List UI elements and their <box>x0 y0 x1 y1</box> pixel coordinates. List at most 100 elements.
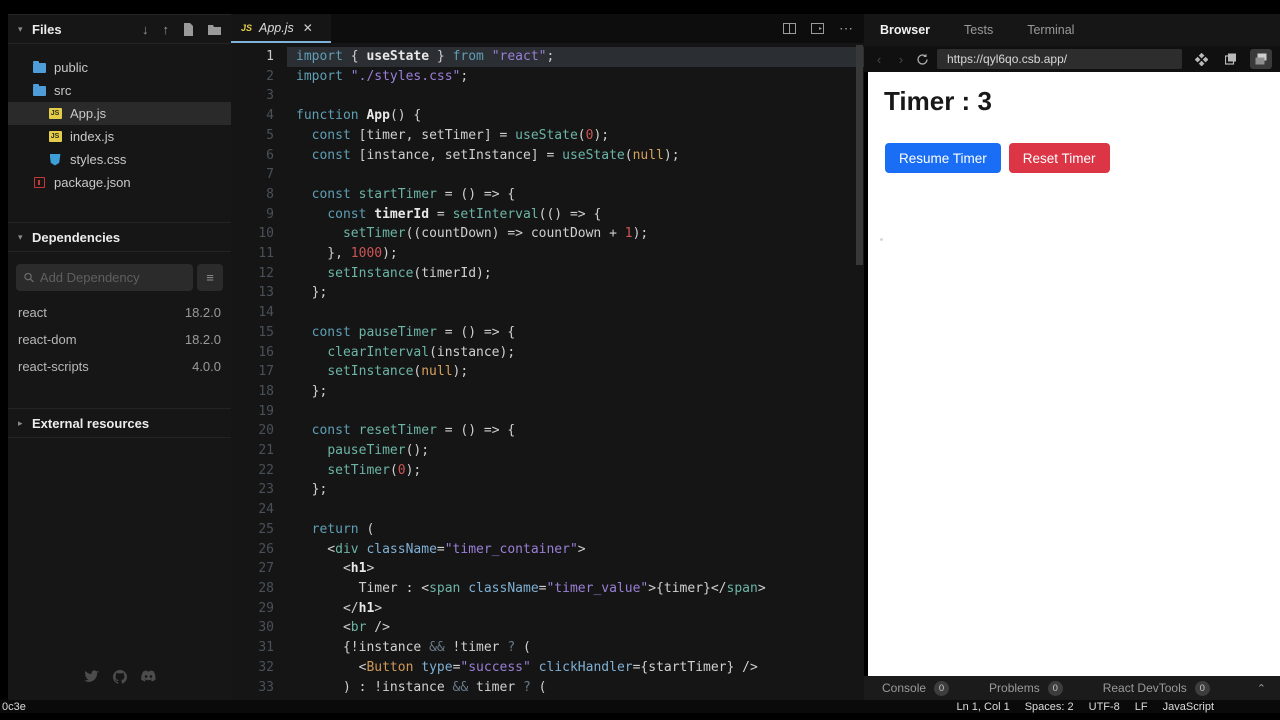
dependencies-header[interactable]: ▾ Dependencies <box>8 222 231 252</box>
code-line[interactable]: 20 const resetTimer = () => { <box>231 421 864 441</box>
console-bar-react-devtools[interactable]: React DevTools 0 <box>1103 680 1210 696</box>
expand-console-icon[interactable]: ⌃ <box>1257 682 1266 695</box>
code-line[interactable]: 5 const [timer, setTimer] = useState(0); <box>231 126 864 146</box>
dependency-react-scripts[interactable]: react-scripts 4.0.0 <box>8 353 231 380</box>
editor-scrollbar[interactable] <box>856 45 863 265</box>
file-item-package-json[interactable]: package.json <box>8 171 231 194</box>
reset-timer-button[interactable]: Reset Timer <box>1008 143 1110 173</box>
code-line[interactable]: 33 ) : !instance && timer ? ( <box>231 678 864 698</box>
file-item-src[interactable]: src <box>8 79 231 102</box>
app-preview: Timer : 3 Resume Timer Reset Timer <box>864 72 1280 676</box>
file-name: public <box>54 60 88 75</box>
timer-heading: Timer : 3 <box>884 86 992 116</box>
code-line[interactable]: 3 <box>231 86 864 106</box>
discord-icon[interactable] <box>140 670 156 684</box>
download-sandbox-icon[interactable]: ↓ <box>142 22 149 37</box>
back-icon[interactable]: ‹ <box>872 52 886 67</box>
files-collapse-caret-icon[interactable]: ▾ <box>18 24 32 35</box>
code-line[interactable]: 31 {!instance && !timer ? ( <box>231 638 864 658</box>
open-preview-icon[interactable] <box>811 23 824 34</box>
code-line[interactable]: 19 <box>231 402 864 422</box>
count-badge: 0 <box>1047 680 1063 696</box>
code-line[interactable]: 13 }; <box>231 283 864 303</box>
status-spaces-2[interactable]: Spaces: 2 <box>1025 701 1074 713</box>
code-line[interactable]: 17 setInstance(null); <box>231 362 864 382</box>
code-line[interactable]: 16 clearInterval(instance); <box>231 343 864 363</box>
code-line[interactable]: 8 const startTimer = () => { <box>231 185 864 205</box>
code-line[interactable]: 14 <box>231 303 864 323</box>
status-utf-8[interactable]: UTF-8 <box>1089 701 1120 713</box>
url-input[interactable] <box>937 49 1182 69</box>
external-resources-caret-icon[interactable]: ▸ <box>18 418 32 429</box>
status-lf[interactable]: LF <box>1135 701 1148 713</box>
line-number: 12 <box>258 265 274 281</box>
code-line[interactable]: 32 <Button type="success" clickHandler={… <box>231 658 864 678</box>
browser-tab-terminal[interactable]: Terminal <box>1027 23 1074 37</box>
file-item-index-js[interactable]: JS index.js <box>8 125 231 148</box>
open-new-window-icon[interactable] <box>1250 49 1272 69</box>
new-file-icon[interactable] <box>183 22 194 36</box>
split-editor-icon[interactable] <box>783 23 796 34</box>
new-folder-icon[interactable] <box>208 24 221 35</box>
dependency-react[interactable]: react 18.2.0 <box>8 299 231 326</box>
code-line[interactable]: 7 <box>231 165 864 185</box>
code-editor: JS App.js ✕ ⋯ 1 import { useState } from … <box>231 14 864 700</box>
resume-timer-button[interactable]: Resume Timer <box>885 143 1001 173</box>
code-line[interactable]: 26 <div className="timer_container"> <box>231 540 864 560</box>
code-line[interactable]: 30 <br /> <box>231 618 864 638</box>
code-line[interactable]: 21 pauseTimer(); <box>231 441 864 461</box>
dependency-search[interactable] <box>16 264 193 291</box>
line-number: 5 <box>266 127 274 143</box>
dependency-search-input[interactable] <box>39 270 185 285</box>
external-resources-header[interactable]: ▸ External resources <box>8 408 231 438</box>
tab-app-js[interactable]: JS App.js ✕ <box>231 14 331 43</box>
file-name: index.js <box>70 129 115 144</box>
file-item-public[interactable]: public <box>8 56 231 79</box>
browser-tab-browser[interactable]: Browser <box>880 23 930 37</box>
more-actions-icon[interactable]: ⋯ <box>839 20 854 37</box>
code-line[interactable]: 25 return ( <box>231 520 864 540</box>
twitter-icon[interactable] <box>83 670 99 684</box>
code-line[interactable]: 29 </h1> <box>231 599 864 619</box>
github-icon[interactable] <box>112 670 127 684</box>
browser-tab-tests[interactable]: Tests <box>964 23 993 37</box>
status-ln-1-col-1[interactable]: Ln 1, Col 1 <box>957 701 1010 713</box>
code-line[interactable]: 1 import { useState } from "react"; <box>231 47 864 67</box>
line-number: 7 <box>266 167 274 183</box>
console-bar-problems[interactable]: Problems 0 <box>989 680 1063 696</box>
console-bar-console[interactable]: Console 0 <box>882 680 950 696</box>
code-line[interactable]: 9 const timerId = setInterval(() => { <box>231 205 864 225</box>
code-line[interactable]: 18 }; <box>231 382 864 402</box>
line-number: 19 <box>258 403 274 419</box>
code-line[interactable]: 15 const pauseTimer = () => { <box>231 323 864 343</box>
duplicate-window-icon[interactable] <box>1220 49 1242 69</box>
code-line[interactable]: 11 }, 1000); <box>231 244 864 264</box>
upload-icon[interactable]: ↑ <box>163 22 170 37</box>
forward-icon[interactable]: › <box>894 52 908 67</box>
file-item-styles-css[interactable]: styles.css <box>8 148 231 171</box>
status-javascript[interactable]: JavaScript <box>1163 701 1214 713</box>
code-line[interactable]: 10 setTimer((countDown) => countDown + 1… <box>231 224 864 244</box>
refresh-icon[interactable] <box>916 53 929 66</box>
close-tab-icon[interactable]: ✕ <box>303 21 313 35</box>
code-line[interactable]: 22 setTimer(0); <box>231 461 864 481</box>
code-line[interactable]: 6 const [instance, setInstance] = useSta… <box>231 146 864 166</box>
file-item-App-js[interactable]: JS App.js <box>8 102 231 125</box>
code-line[interactable]: 12 setInstance(timerId); <box>231 264 864 284</box>
code-line[interactable]: 4 function App() { <box>231 106 864 126</box>
line-number: 26 <box>258 541 274 557</box>
responsive-mode-icon[interactable] <box>1190 49 1212 69</box>
dependency-menu-button[interactable]: ≡ <box>197 264 223 291</box>
code-line[interactable]: 23 }; <box>231 480 864 500</box>
line-number: 8 <box>266 186 274 202</box>
code-line[interactable]: 28 Timer : <span className="timer_value"… <box>231 579 864 599</box>
code-line[interactable]: 24 <box>231 500 864 520</box>
line-number: 29 <box>258 600 274 616</box>
line-number: 4 <box>266 108 274 124</box>
files-header: ▾ Files ↓ ↑ <box>8 14 231 44</box>
dependencies-collapse-caret-icon[interactable]: ▾ <box>18 232 32 243</box>
code-line[interactable]: 2 import "./styles.css"; <box>231 67 864 87</box>
code-area[interactable]: 1 import { useState } from "react"; 2 impor… <box>231 43 864 697</box>
dependency-react-dom[interactable]: react-dom 18.2.0 <box>8 326 231 353</box>
code-line[interactable]: 27 <h1> <box>231 559 864 579</box>
